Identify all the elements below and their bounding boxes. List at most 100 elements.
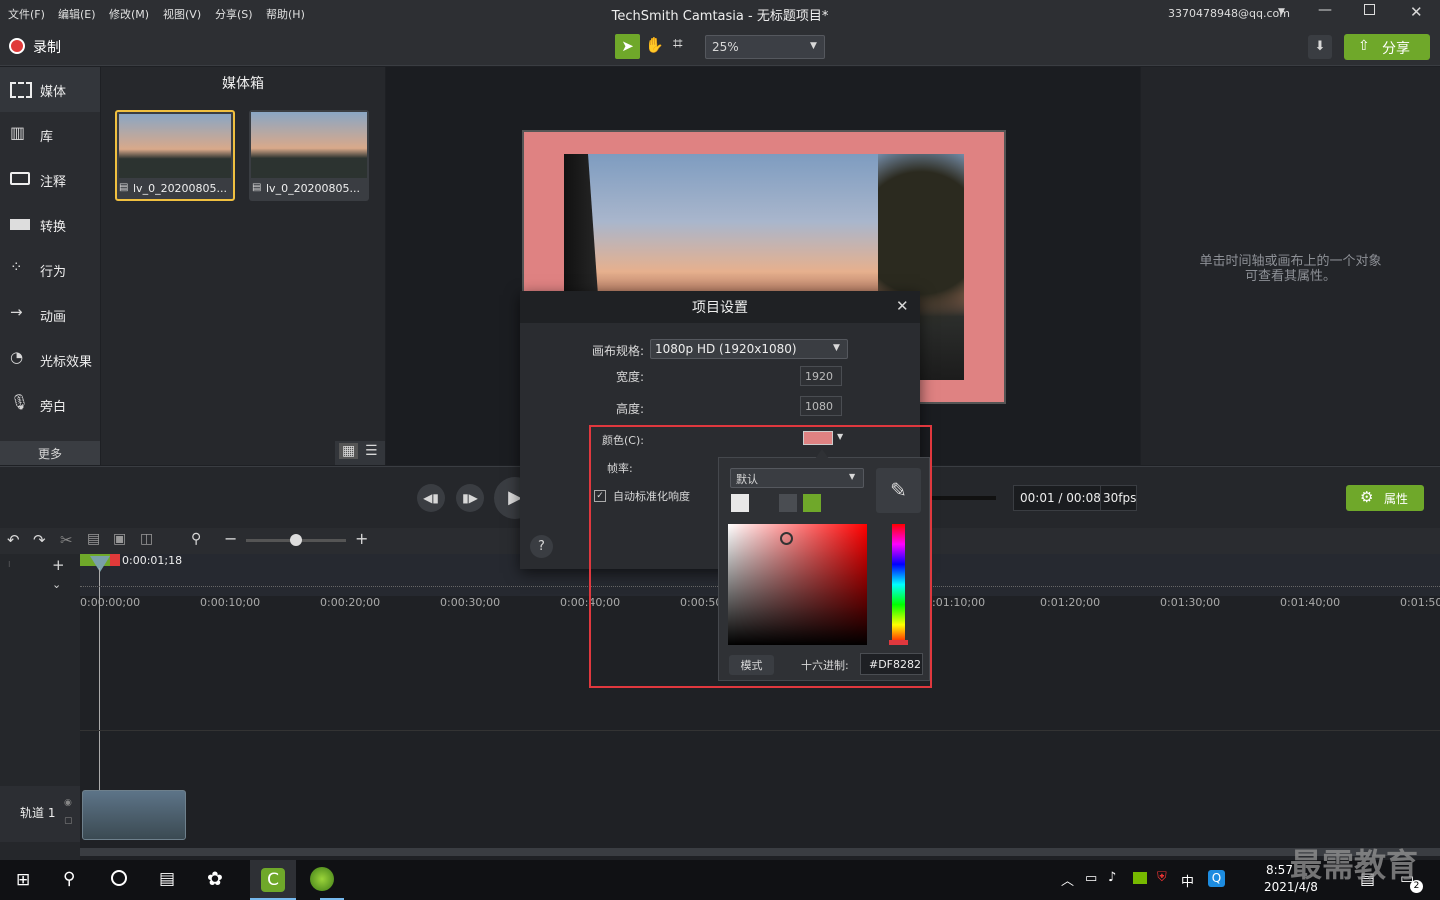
nav-media[interactable]: 媒体 [0, 67, 100, 112]
step-forward-icon[interactable]: ▮▶ [456, 484, 484, 512]
cortana-icon[interactable] [111, 870, 127, 886]
title-bar: 文件(F) 编辑(E) 修改(M) 视图(V) 分享(S) 帮助(H) Tech… [0, 0, 1440, 28]
select-tool-icon[interactable]: ➤ [615, 34, 640, 59]
menu-share[interactable]: 分享(S) [215, 6, 253, 22]
nav-label: 旁白 [40, 400, 67, 415]
maximize-icon[interactable] [1364, 4, 1375, 15]
cut-icon[interactable]: ✂ [60, 531, 73, 549]
nav-animations[interactable]: → 动画 [0, 292, 100, 337]
width-field[interactable]: 1920 [800, 366, 842, 386]
time-display: 00:01 / 00:08 30fps [1013, 485, 1137, 511]
zoom-in-icon[interactable]: + [355, 529, 368, 548]
menu-edit[interactable]: 编辑(E) [58, 6, 96, 22]
nav-transitions[interactable]: 转换 [0, 202, 100, 247]
zoom-out-icon[interactable]: − [224, 529, 237, 548]
canvas-size-select[interactable]: 1080p HD (1920x1080) ▼ [650, 339, 848, 359]
camtasia-taskbar-button[interactable]: C [250, 860, 296, 900]
paste-icon[interactable]: ▣ [113, 531, 126, 547]
melon-app-icon[interactable] [310, 867, 334, 891]
add-track-icon[interactable]: + [52, 556, 65, 574]
qq-icon[interactable]: Q [1208, 870, 1225, 887]
track-name: 轨道 1 [20, 806, 56, 820]
menu-view[interactable]: 视图(V) [163, 6, 201, 22]
security-shield-icon[interactable]: ⛨ [1157, 870, 1167, 885]
more-button[interactable]: 更多 [0, 441, 100, 465]
media-thumbnail[interactable]: ▤ lv_0_20200805... [249, 110, 369, 201]
list-view-icon[interactable]: ☰ [365, 443, 378, 459]
record-button[interactable]: 录制 [33, 37, 61, 57]
lock-icon[interactable]: ▢ [64, 816, 73, 826]
media-thumbnail[interactable]: ▤ lv_0_20200805... [115, 110, 235, 201]
nvidia-icon[interactable] [1133, 872, 1147, 884]
account-dropdown-icon[interactable]: ▼ [1278, 7, 1285, 17]
zoom-select[interactable]: 25% ▼ [705, 35, 825, 59]
nav-label: 注释 [40, 175, 67, 190]
thumbnail-image [251, 112, 367, 178]
scrub-bar[interactable] [930, 496, 996, 500]
properties-button[interactable]: ⚙ 属性 [1346, 485, 1424, 511]
media-filename: lv_0_20200805... [133, 182, 228, 195]
canvas-size-value: 1080p HD (1920x1080) [655, 342, 797, 356]
minimize-icon[interactable]: — [1318, 2, 1332, 18]
film-icon [10, 82, 32, 98]
thumbnail-image [119, 114, 231, 178]
horizontal-scrollbar[interactable] [80, 848, 1440, 856]
account-email[interactable]: 3370478948@qq.com [1168, 7, 1290, 20]
nav-annotations[interactable]: 注释 [0, 157, 100, 202]
dialog-close-icon[interactable]: ✕ [896, 297, 909, 315]
ruler-tick-label: 0:01:50; [1400, 596, 1440, 609]
menu-modify[interactable]: 修改(M) [109, 6, 149, 22]
crop-tool-icon[interactable]: ⌗ [673, 34, 683, 54]
nav-label: 库 [40, 130, 54, 145]
volume-icon[interactable]: ♪ [1108, 870, 1116, 885]
nav-label: 转换 [40, 220, 67, 235]
nav-library[interactable]: ▥ 库 [0, 112, 100, 157]
fps-readout: 30fps [1103, 491, 1137, 505]
network-icon[interactable]: ▭ [1085, 871, 1097, 886]
close-icon[interactable]: ✕ [1410, 3, 1423, 21]
height-field[interactable]: 1080 [800, 396, 842, 416]
ruler-tick-label: 0:00:00;00 [80, 596, 141, 609]
windows-start-icon[interactable]: ⊞ [16, 870, 30, 890]
video-file-icon: ▤ [119, 182, 129, 193]
ruler-tick-label: 0:00:10;00 [200, 596, 261, 609]
search-icon[interactable]: ⚲ [63, 869, 75, 889]
zoom-slider-handle[interactable] [290, 534, 302, 546]
media-filename: lv_0_20200805... [266, 182, 361, 195]
pinwheel-app-icon[interactable]: ✿ [207, 868, 223, 890]
undo-icon[interactable]: ↶ [7, 531, 20, 549]
copy-icon[interactable]: ▤ [87, 531, 100, 547]
split-icon[interactable]: ◫ [140, 531, 153, 547]
grid-view-icon[interactable]: ▦ [339, 443, 359, 459]
task-view-icon[interactable]: ▤ [159, 869, 175, 889]
highlight-box [589, 425, 932, 688]
step-back-icon[interactable]: ◀▮ [417, 484, 445, 512]
nav-label: 光标效果 [40, 355, 93, 370]
help-button[interactable]: ? [530, 535, 553, 558]
view-toggle: ▦ ☰ [335, 441, 385, 465]
share-button[interactable]: ⇧ 分享 [1344, 34, 1430, 60]
redo-icon[interactable]: ↷ [33, 531, 46, 549]
clock-time[interactable]: 8:57 [1266, 863, 1293, 877]
nav-behaviors[interactable]: ⁘ 行为 [0, 247, 100, 292]
watermark: 最需教育 [1290, 846, 1419, 884]
download-icon[interactable]: ⬇ [1308, 35, 1332, 59]
track-height-slider[interactable]: ⁝ [8, 560, 16, 590]
playhead-out-marker[interactable] [110, 554, 120, 566]
menu-file[interactable]: 文件(F) [8, 6, 45, 22]
record-icon[interactable] [9, 38, 25, 54]
nav-label: 行为 [40, 265, 67, 280]
collapse-tracks-icon[interactable]: ⌄ [52, 578, 61, 591]
properties-panel: 单击时间轴或画布上的一个对象 可查看其属性。 [1141, 67, 1440, 465]
library-icon: ▥ [10, 123, 26, 142]
eye-icon[interactable]: ◉ [64, 798, 72, 808]
nav-cursor-effects[interactable]: ◔ 光标效果 [0, 337, 100, 382]
pan-tool-icon[interactable]: ✋ [645, 36, 664, 54]
media-clip[interactable] [82, 790, 186, 840]
menu-help[interactable]: 帮助(H) [266, 6, 305, 22]
nav-label: 媒体 [40, 85, 67, 100]
search-icon[interactable]: ⚲ [191, 531, 201, 547]
nav-voice-narration[interactable]: 🎙 旁白 [0, 382, 100, 427]
tray-expand-icon[interactable]: ︿ [1061, 870, 1074, 889]
ime-indicator[interactable]: 中 [1181, 871, 1194, 890]
